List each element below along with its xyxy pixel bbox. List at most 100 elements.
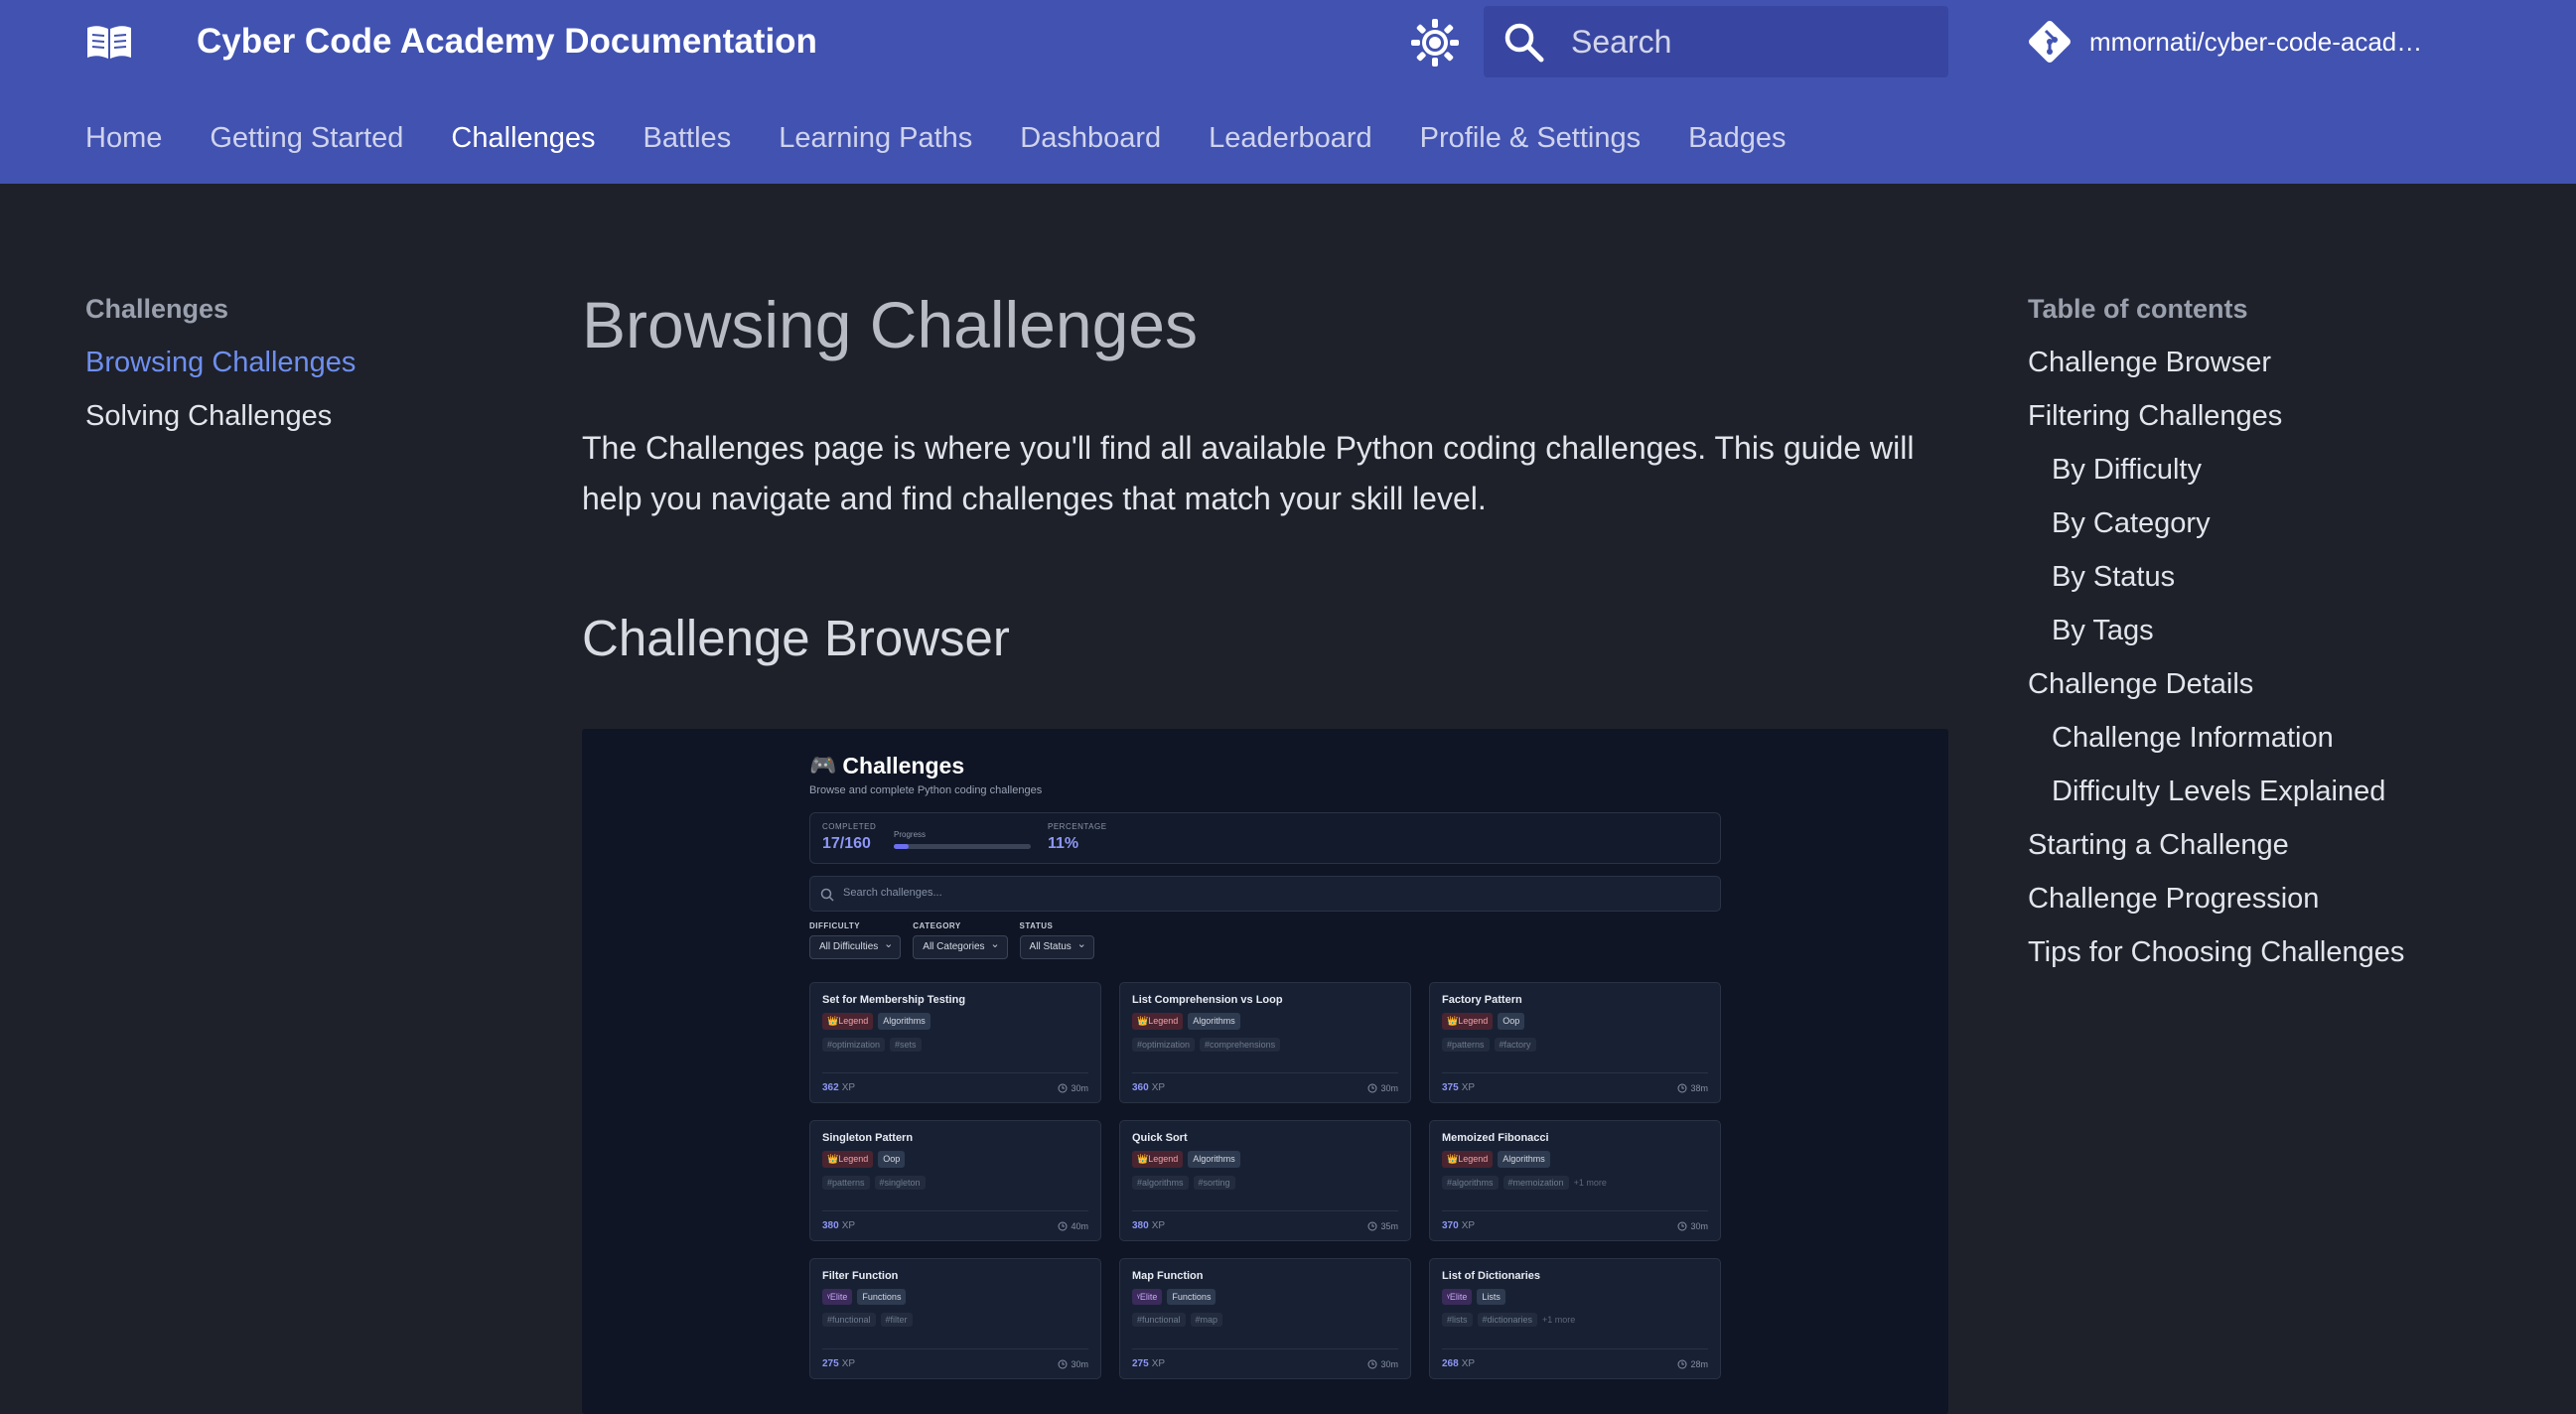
more-tags-label: +1 more	[1573, 1178, 1607, 1188]
clock-icon	[1058, 1359, 1068, 1368]
tab-profile-settings[interactable]: Profile & Settings	[1420, 117, 1641, 159]
challenge-card: Set for Membership Testing 👑Legend Algorit…	[809, 982, 1101, 1103]
toc-item-by-difficulty[interactable]: By Difficulty	[2028, 449, 2544, 491]
time-value: 30m	[1690, 1220, 1708, 1231]
difficulty-badge: 👑Legend	[822, 1151, 874, 1168]
tag: #functional	[1132, 1313, 1186, 1327]
tab-getting-started[interactable]: Getting Started	[210, 117, 403, 159]
difficulty-badge: ᵞElite	[1132, 1289, 1163, 1305]
challenge-card-badges: 👑Legend Algorithms	[1442, 1151, 1708, 1168]
tab-leaderboard[interactable]: Leaderboard	[1209, 117, 1371, 159]
clock-icon	[1367, 1083, 1377, 1092]
tag: #singleton	[874, 1176, 926, 1190]
toc-item-tips-for-choosing-challenges[interactable]: Tips for Choosing Challenges	[2028, 931, 2544, 973]
time-value: 30m	[1380, 1358, 1398, 1369]
tab-battles[interactable]: Battles	[644, 117, 732, 159]
estimated-time: 30m	[1367, 1083, 1398, 1093]
difficulty-label: Legend	[1148, 1016, 1179, 1026]
challenge-card-footer: 268 XP 28m	[1442, 1348, 1708, 1378]
tag: #functional	[822, 1313, 876, 1327]
toc-item-challenge-details[interactable]: Challenge Details	[2028, 663, 2544, 705]
tab-dashboard[interactable]: Dashboard	[1020, 117, 1161, 159]
tag: #patterns	[1442, 1038, 1490, 1052]
main-content: Browsing Challenges The Challenges page …	[582, 278, 1948, 673]
site-title[interactable]: Cyber Code Academy Documentation	[197, 20, 817, 64]
xp-value: 375	[1442, 1082, 1459, 1093]
time-value: 28m	[1690, 1358, 1708, 1369]
figure-title: Challenges	[842, 753, 965, 778]
percentage-value: 11%	[1048, 835, 1079, 852]
filter-label: STATUS	[1019, 921, 1054, 930]
challenge-card-badges: 👑Legend Oop	[1442, 1013, 1708, 1030]
tab-badges[interactable]: Badges	[1688, 117, 1786, 159]
toc-item-challenge-browser[interactable]: Challenge Browser	[2028, 342, 2544, 383]
search-input[interactable]	[1571, 6, 1929, 77]
category-badge: Algorithms	[1498, 1151, 1550, 1168]
challenge-search-placeholder: Search challenges...	[843, 887, 942, 899]
clock-icon	[1677, 1083, 1687, 1092]
category-badge: Lists	[1477, 1289, 1505, 1305]
toc-item-filtering-challenges[interactable]: Filtering Challenges	[2028, 395, 2544, 437]
challenge-card-badges: ᵞElite Lists	[1442, 1289, 1708, 1305]
tag: #optimization	[1132, 1038, 1196, 1052]
challenge-card-tags: #patterns #factory	[1442, 1038, 1708, 1052]
toc-item-by-status[interactable]: By Status	[2028, 556, 2544, 598]
estimated-time: 35m	[1367, 1221, 1398, 1231]
challenge-card-footer: 275 XP 30m	[822, 1348, 1088, 1378]
sidebar-item-solving-challenges[interactable]: Solving Challenges	[85, 395, 502, 437]
estimated-time: 30m	[1677, 1221, 1708, 1231]
toc-item-difficulty-levels-explained[interactable]: Difficulty Levels Explained	[2028, 771, 2544, 812]
difficulty-badge: 👑Legend	[1442, 1151, 1494, 1168]
tag: #dictionaries	[1477, 1313, 1538, 1327]
open-book-icon[interactable]	[85, 22, 133, 62]
site-header: Cyber Code Academy Documentation Search …	[0, 0, 2576, 184]
xp-reward: 380 XP	[1132, 1220, 1165, 1231]
repo-link[interactable]: mmornati/cyber-code-acad…	[2026, 16, 2422, 68]
toc-item-by-tags[interactable]: By Tags	[2028, 610, 2544, 651]
xp-reward: 268 XP	[1442, 1358, 1475, 1369]
tab-home[interactable]: Home	[85, 117, 162, 159]
estimated-time: 30m	[1058, 1083, 1088, 1093]
gamepad-icon: 🎮	[809, 753, 837, 778]
tab-challenges[interactable]: Challenges	[451, 117, 595, 159]
xp-reward: 380 XP	[822, 1220, 855, 1231]
estimated-time: 28m	[1677, 1359, 1708, 1369]
category-badge: Algorithms	[1188, 1151, 1240, 1168]
filter-select: All Categories	[913, 935, 1008, 959]
tag: #map	[1190, 1313, 1223, 1327]
filter-status: STATUS All Status	[1019, 921, 1094, 959]
toc-item-challenge-progression[interactable]: Challenge Progression	[2028, 878, 2544, 919]
brightness-icon[interactable]	[1410, 18, 1460, 68]
percentage-label: PERCENTAGE	[1048, 822, 1107, 831]
toc-item-by-category[interactable]: By Category	[2028, 502, 2544, 544]
sidebar-heading[interactable]: Challenges	[85, 288, 502, 330]
crown-icon: 👑	[1447, 1016, 1459, 1026]
difficulty-badge: 👑Legend	[822, 1013, 874, 1030]
toc-item-starting-a-challenge[interactable]: Starting a Challenge	[2028, 824, 2544, 866]
xp-unit: XP	[1151, 1082, 1166, 1093]
completed-value: 17/160	[822, 835, 871, 852]
filter-category: CATEGORY All Categories	[913, 921, 1008, 959]
estimated-time: 30m	[1058, 1359, 1088, 1369]
xp-unit: XP	[1151, 1220, 1166, 1231]
nav-tabs: Home Getting Started Challenges Battles …	[85, 117, 1833, 159]
challenge-card-title: Singleton Pattern	[822, 1132, 914, 1144]
challenge-card-title: Factory Pattern	[1442, 994, 1522, 1006]
challenge-card-badges: 👑Legend Algorithms	[822, 1013, 1088, 1030]
xp-value: 275	[822, 1358, 839, 1369]
clock-icon	[1677, 1359, 1687, 1368]
clock-icon	[1058, 1083, 1068, 1092]
search-box[interactable]	[1484, 6, 1948, 77]
tab-learning-paths[interactable]: Learning Paths	[779, 117, 972, 159]
toc-item-challenge-information[interactable]: Challenge Information	[2028, 717, 2544, 759]
difficulty-label: Legend	[1458, 1016, 1489, 1026]
crown-icon: 👑	[1137, 1154, 1149, 1164]
challenge-card-badges: 👑Legend Algorithms	[1132, 1151, 1398, 1168]
xp-value: 380	[822, 1220, 839, 1231]
tag: #filter	[880, 1313, 913, 1327]
sidebar-item-browsing-challenges[interactable]: Browsing Challenges	[85, 342, 502, 383]
estimated-time: 40m	[1058, 1221, 1088, 1231]
challenge-card-title: Filter Function	[822, 1270, 899, 1282]
challenge-card-footer: 380 XP 40m	[822, 1210, 1088, 1240]
challenge-card-footer: 362 XP 30m	[822, 1072, 1088, 1102]
